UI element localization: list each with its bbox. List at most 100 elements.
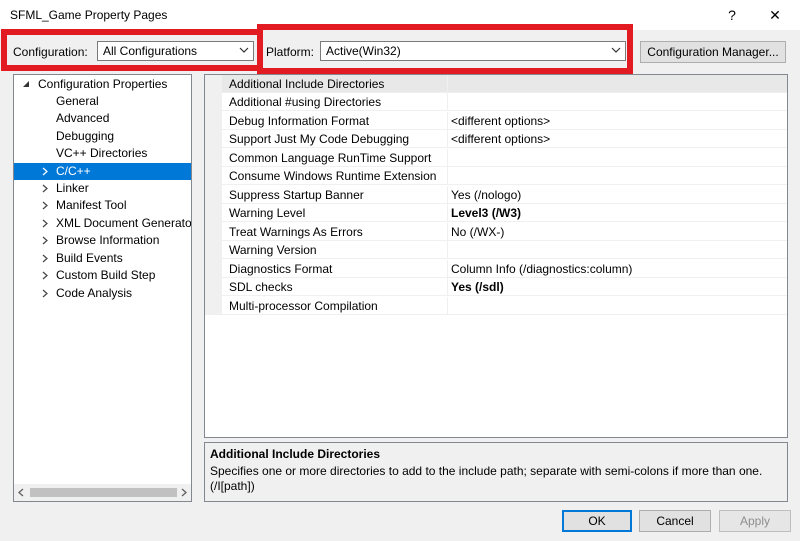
property-value[interactable]: Yes (/sdl) (451, 280, 504, 294)
column-divider (447, 186, 448, 204)
property-row[interactable]: Warning Version (222, 241, 787, 259)
tree-item-browse-information[interactable]: Browse Information (14, 232, 191, 249)
tree-item-label: XML Document Generator (56, 216, 192, 230)
property-row[interactable]: Suppress Startup Banner Yes (/nologo) (222, 186, 787, 204)
property-row[interactable]: Diagnostics Format Column Info (/diagnost… (222, 260, 787, 278)
close-button[interactable]: ✕ (755, 0, 795, 30)
configuration-label: Configuration: (13, 45, 88, 59)
expand-triangle-icon[interactable] (40, 163, 50, 180)
expand-triangle-icon[interactable] (40, 180, 50, 197)
cancel-button[interactable]: Cancel (639, 510, 711, 532)
tree-item-debugging[interactable]: Debugging (14, 128, 191, 145)
tree-item-label: Code Analysis (56, 286, 133, 300)
tree-root[interactable]: Configuration Properties (14, 76, 191, 93)
scroll-left-arrow-icon[interactable] (17, 488, 26, 497)
property-value[interactable]: No (/WX-) (451, 225, 504, 239)
expand-triangle-icon[interactable] (40, 215, 50, 232)
tree-item-manifest-tool[interactable]: Manifest Tool (14, 197, 191, 214)
property-row[interactable]: Consume Windows Runtime Extension (222, 167, 787, 185)
expand-triangle-icon[interactable] (40, 285, 50, 302)
grid-gutter (205, 75, 222, 315)
tree-item-label: Linker (56, 181, 89, 195)
property-name: Additional Include Directories (229, 77, 385, 91)
collapse-triangle-icon[interactable] (21, 76, 31, 93)
tree-item-c-cpp[interactable]: C/C++ (14, 163, 191, 180)
tree-item-label: Advanced (56, 111, 110, 125)
help-button[interactable]: ? (712, 0, 752, 30)
tree-item-label: General (56, 94, 99, 108)
column-divider (447, 167, 448, 185)
tree-horizontal-scrollbar[interactable] (14, 484, 191, 501)
tree-item-general[interactable]: General (14, 93, 191, 110)
property-row[interactable]: Support Just My Code Debugging <different… (222, 130, 787, 148)
property-name: Warning Level (229, 206, 306, 220)
tree-item-label: Build Events (56, 251, 123, 265)
tree-item-label: Manifest Tool (56, 198, 127, 212)
tree-item-code-analysis[interactable]: Code Analysis (14, 285, 191, 302)
platform-select[interactable]: Active(Win32) (320, 41, 626, 61)
configuration-manager-button[interactable]: Configuration Manager... (640, 41, 786, 63)
chevron-down-icon (239, 47, 249, 53)
column-divider (447, 260, 448, 278)
column-divider (447, 241, 448, 259)
configuration-value: All Configurations (103, 44, 198, 58)
property-row[interactable]: SDL checks Yes (/sdl) (222, 278, 787, 296)
property-row[interactable]: Multi-processor Compilation (222, 297, 787, 315)
expand-triangle-icon[interactable] (40, 267, 50, 284)
property-name: Consume Windows Runtime Extension (229, 169, 437, 183)
tree-item-vc-directories[interactable]: VC++ Directories (14, 145, 191, 162)
property-row[interactable]: Additional #using Directories (222, 93, 787, 111)
column-divider (447, 149, 448, 167)
scroll-right-arrow-icon[interactable] (179, 488, 188, 497)
property-tree[interactable]: Configuration Properties General Advance… (13, 74, 192, 502)
column-divider (447, 223, 448, 241)
chevron-down-icon (611, 47, 621, 53)
tree-root-label: Configuration Properties (38, 77, 168, 91)
property-name: Support Just My Code Debugging (229, 132, 410, 146)
property-row[interactable]: Debug Information Format <different optio… (222, 112, 787, 130)
scrollbar-thumb[interactable] (30, 488, 177, 497)
apply-button[interactable]: Apply (719, 510, 791, 532)
ok-button[interactable]: OK (562, 510, 632, 532)
tree-item-label: C/C++ (56, 164, 91, 178)
description-panel: Additional Include Directories Specifies… (204, 442, 788, 502)
column-divider (447, 130, 448, 148)
description-title: Additional Include Directories (210, 447, 381, 461)
property-row[interactable]: Common Language RunTime Support (222, 149, 787, 167)
tree-item-label: Custom Build Step (56, 268, 156, 282)
configuration-select[interactable]: All Configurations (97, 41, 254, 61)
tree-item-build-events[interactable]: Build Events (14, 250, 191, 267)
column-divider (447, 204, 448, 222)
property-name: Diagnostics Format (229, 262, 333, 276)
expand-triangle-icon[interactable] (40, 232, 50, 249)
property-row[interactable]: Treat Warnings As Errors No (/WX-) (222, 223, 787, 241)
property-name: Multi-processor Compilation (229, 299, 378, 313)
tree-item-label: Debugging (56, 129, 115, 143)
platform-label: Platform: (266, 45, 315, 59)
property-value[interactable]: Yes (/nologo) (451, 188, 521, 202)
tree-item-label: Browse Information (56, 233, 160, 247)
column-divider (447, 75, 448, 93)
column-divider (447, 297, 448, 315)
property-row[interactable]: Warning Level Level3 (/W3) (222, 204, 787, 222)
platform-value: Active(Win32) (326, 44, 401, 58)
property-value[interactable]: <different options> (451, 132, 550, 146)
property-name: Debug Information Format (229, 114, 370, 128)
tree-item-advanced[interactable]: Advanced (14, 110, 191, 127)
property-grid[interactable]: Additional Include Directories Additiona… (204, 74, 788, 438)
tree-item-xml-document-generator[interactable]: XML Document Generator (14, 215, 191, 232)
property-name: Suppress Startup Banner (229, 188, 364, 202)
tree-item-linker[interactable]: Linker (14, 180, 191, 197)
property-row[interactable]: Additional Include Directories (222, 75, 787, 93)
column-divider (447, 112, 448, 130)
property-name: Common Language RunTime Support (229, 151, 432, 165)
tree-item-custom-build-step[interactable]: Custom Build Step (14, 267, 191, 284)
property-value[interactable]: Level3 (/W3) (451, 206, 521, 220)
property-name: Warning Version (229, 243, 317, 257)
property-value[interactable]: <different options> (451, 114, 550, 128)
column-divider (447, 278, 448, 296)
property-value[interactable]: Column Info (/diagnostics:column) (451, 262, 632, 276)
expand-triangle-icon[interactable] (40, 250, 50, 267)
column-divider (447, 93, 448, 111)
expand-triangle-icon[interactable] (40, 197, 50, 214)
